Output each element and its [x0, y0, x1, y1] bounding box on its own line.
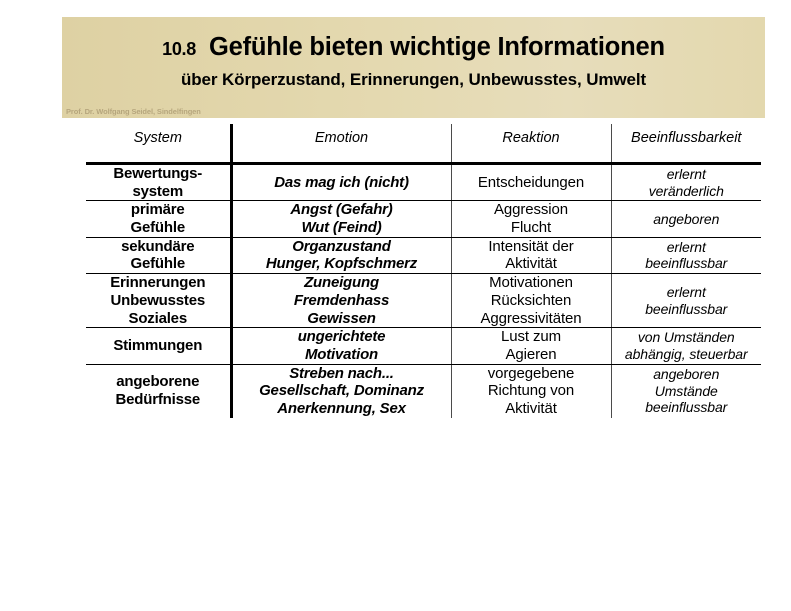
cell-system: Stimmungen — [86, 327, 233, 365]
cell-beeinflussbarkeit: erlernt beeinflussbar — [611, 273, 761, 329]
table-row: Erinnerungen Unbewusstes Soziales Zuneig… — [86, 273, 761, 329]
author-credit: Prof. Dr. Wolfgang Seidel, Sindelfingen — [66, 107, 201, 116]
cell-beeinflussbarkeit: erlernt veränderlich — [611, 163, 761, 202]
cell-emotion: Organzustand Hunger, Kopfschmerz — [231, 237, 452, 275]
page-title: Gefühle bieten wichtige Informationen — [208, 33, 665, 61]
column-header-beeinflussbarkeit: Beeinflussbarkeit — [611, 124, 761, 165]
cell-reaktion: Motivationen Rücksichten Aggressivitäten — [451, 273, 612, 329]
table-row: Bewertungs- system Das mag ich (nicht) E… — [86, 163, 761, 202]
table-header: System Emotion Reaktion Beeinflussbarkei… — [86, 124, 761, 165]
cell-emotion: Angst (Gefahr) Wut (Feind) — [231, 200, 452, 238]
cell-emotion: Zuneigung Fremdenhass Gewissen — [231, 273, 452, 329]
table-row: primäre Gefühle Angst (Gefahr) Wut (Fein… — [86, 200, 761, 238]
column-header-system: System — [86, 124, 233, 165]
banner-title-line: 10.8 Gefühle bieten wichtige Informatione… — [62, 33, 765, 62]
cell-system: Erinnerungen Unbewusstes Soziales — [86, 273, 233, 329]
emotion-systems-table-wrapper: System Emotion Reaktion Beeinflussbarkei… — [86, 124, 761, 418]
table-row: angeborene Bedürfnisse Streben nach... G… — [86, 364, 761, 418]
cell-beeinflussbarkeit: erlernt beeinflussbar — [611, 237, 761, 275]
cell-reaktion: Aggression Flucht — [451, 200, 612, 238]
column-header-reaktion: Reaktion — [451, 124, 612, 165]
cell-reaktion: Entscheidungen — [451, 163, 612, 202]
cell-emotion: Das mag ich (nicht) — [231, 163, 452, 202]
table-body: Bewertungs- system Das mag ich (nicht) E… — [86, 163, 761, 418]
cell-reaktion: vorgegebene Richtung von Aktivität — [451, 364, 612, 418]
cell-beeinflussbarkeit: angeboren — [611, 200, 761, 238]
cell-beeinflussbarkeit: von Umständen abhängig, steuerbar — [611, 327, 761, 365]
cell-beeinflussbarkeit: angeboren Umstände beeinflussbar — [645, 366, 728, 416]
table-row: sekundäre Gefühle Organzustand Hunger, K… — [86, 237, 761, 275]
cell-system: Bewertungs- system — [86, 163, 233, 202]
slide-number: 10.8 — [162, 39, 196, 59]
column-header-emotion: Emotion — [231, 124, 452, 165]
cell-system: sekundäre Gefühle — [86, 237, 233, 275]
cell-system: primäre Gefühle — [86, 200, 233, 238]
cell-system: angeborene Bedürfnisse — [86, 364, 233, 418]
emotion-systems-table: System Emotion Reaktion Beeinflussbarkei… — [86, 124, 761, 418]
table-row: Stimmungen ungerichtete Motivation Lust … — [86, 327, 761, 365]
page-subtitle: über Körperzustand, Erinnerungen, Unbewu… — [180, 70, 647, 89]
cell-reaktion: Intensität der Aktivität — [451, 237, 612, 275]
cell-emotion: Streben nach... Gesellschaft, Dominanz A… — [231, 364, 452, 418]
cell-emotion: ungerichtete Motivation — [231, 327, 452, 365]
cell-reaktion: Lust zum Agieren — [451, 327, 612, 365]
title-banner: 10.8 Gefühle bieten wichtige Informatione… — [62, 17, 765, 118]
header-row: System Emotion Reaktion Beeinflussbarkei… — [86, 124, 761, 165]
